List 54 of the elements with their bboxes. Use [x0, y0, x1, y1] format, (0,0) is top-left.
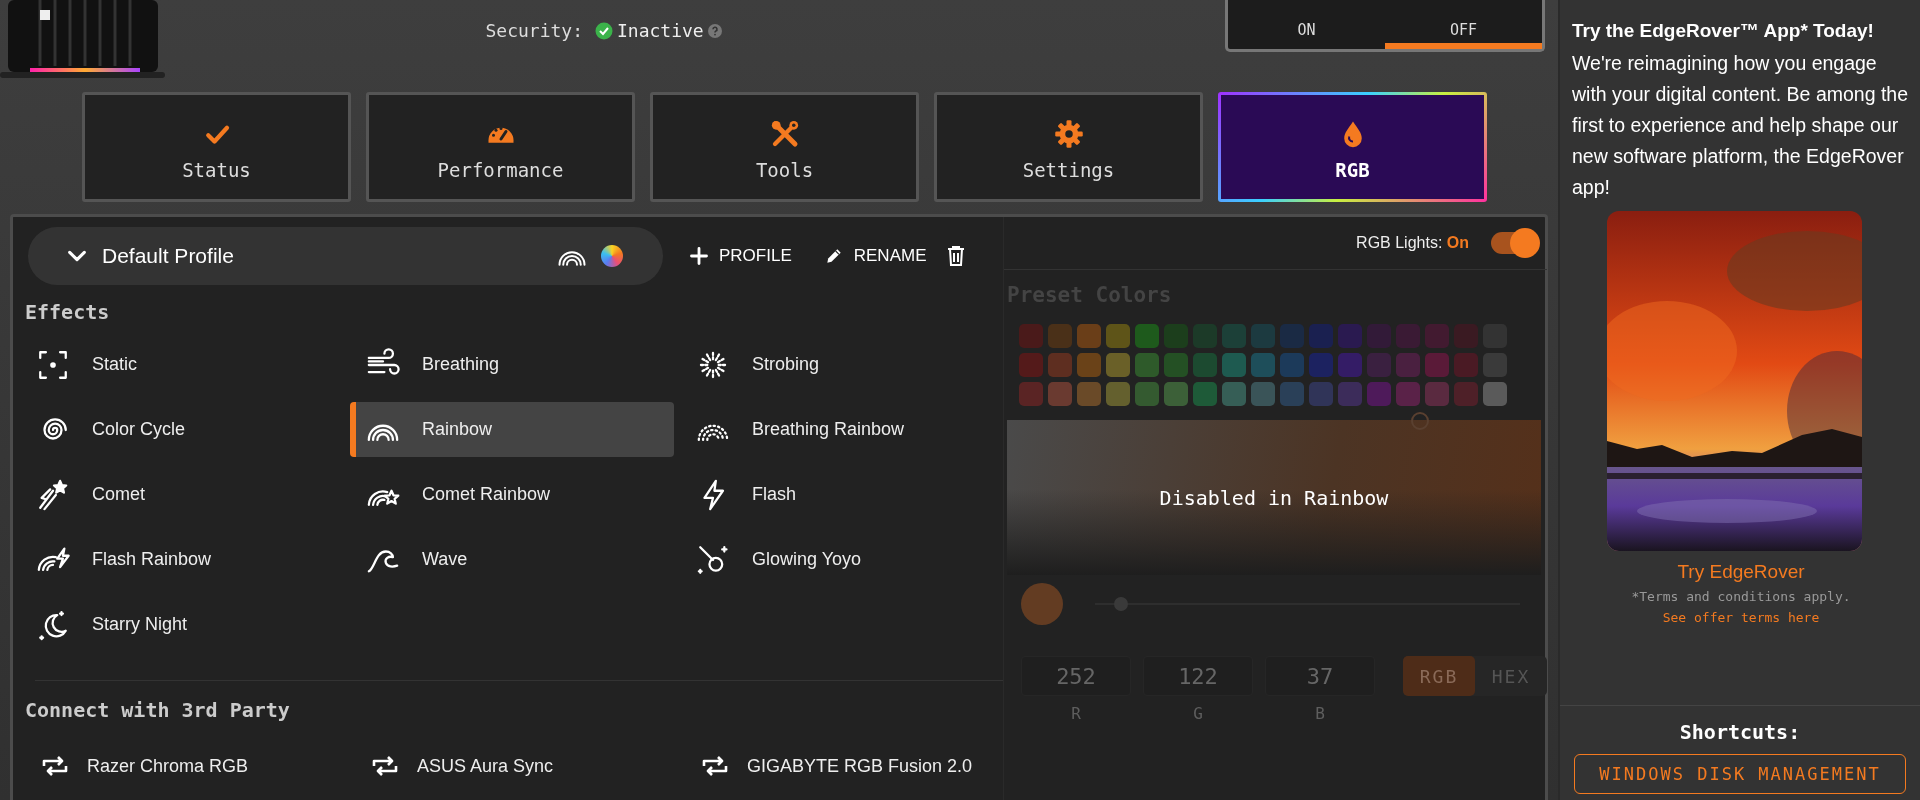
profile-action-button[interactable]: PROFILE	[683, 240, 798, 272]
effect-option[interactable]: Comet Rainbow	[350, 467, 674, 522]
shooting-star-icon	[36, 477, 70, 512]
mode-option[interactable]: OFF	[1385, 15, 1542, 49]
effect-option[interactable]: Strobing	[680, 337, 1004, 392]
effect-option[interactable]: Rainbow	[350, 402, 674, 457]
field-label: G	[1192, 704, 1204, 723]
promo-title: Try the EdgeRover™ App* Today!	[1572, 19, 1875, 43]
disabled-message: Disabled in Rainbow	[1159, 485, 1389, 510]
mode-option[interactable]: ON	[1228, 15, 1385, 49]
plus-icon	[689, 246, 709, 266]
section-heading: Effects	[25, 299, 111, 326]
help-icon	[707, 24, 722, 38]
status-label: Security:	[484, 19, 584, 43]
effect-option[interactable]: Static	[20, 337, 344, 392]
nav-tab[interactable]: Performance	[366, 92, 635, 202]
effect-option[interactable]: Breathing Rainbow	[680, 402, 1004, 457]
nav-tab[interactable]: Settings	[934, 92, 1203, 202]
field-label: B	[1314, 704, 1326, 723]
integration-option[interactable]: Razer Chroma RGB	[41, 755, 371, 777]
effect-option[interactable]: Flash	[680, 467, 1004, 522]
promo-text: We're reimagining how you engage with your digital content. Be among the first to experience and help shape our new software platform, the EdgeRover app!	[1572, 51, 1910, 200]
sync-icon	[371, 755, 399, 777]
section-heading: Connect with 3rd Party	[25, 697, 291, 724]
check-circle-icon	[595, 22, 613, 40]
terms-link[interactable]: See offer terms here	[1662, 610, 1820, 625]
effect-option[interactable]: Flash Rainbow	[20, 532, 344, 587]
sync-icon	[41, 755, 69, 777]
profile-action-button[interactable]: RENAME	[817, 240, 933, 272]
color-wheel-icon	[601, 245, 623, 267]
shortcut-button[interactable]: WINDOWS DISK MANAGEMENT	[1574, 754, 1906, 794]
field-label: R	[1070, 704, 1082, 723]
integration-option[interactable]: ASUS Aura Sync	[371, 755, 701, 777]
shortcuts-heading: Shortcuts:	[1679, 720, 1801, 744]
effect-option[interactable]: Comet	[20, 467, 344, 522]
sync-icon	[701, 755, 729, 777]
nav-tab[interactable]: Status	[82, 92, 351, 202]
trash-icon	[946, 245, 967, 267]
integration-option[interactable]: GIGABYTE RGB Fusion 2.0	[701, 755, 1031, 777]
tools-icon	[769, 118, 800, 149]
terms-note: *Terms and conditions apply.	[1631, 589, 1851, 604]
status-value: Inactive	[617, 19, 704, 43]
effect-option[interactable]: Wave	[350, 532, 674, 587]
nav-tab[interactable]: Tools	[650, 92, 919, 202]
effect-option[interactable]: Color Cycle	[20, 402, 344, 457]
rgb-lights-label: RGB Lights: On	[1356, 234, 1469, 252]
color-preview	[1021, 583, 1063, 625]
effect-option[interactable]: Glowing Yoyo	[680, 532, 1004, 587]
effect-option[interactable]: Breathing	[350, 337, 674, 392]
nav-tab[interactable]: RGB	[1218, 92, 1487, 202]
effect-option[interactable]: Starry Night	[20, 597, 344, 652]
promo-link[interactable]: Try EdgeRover	[1677, 561, 1805, 583]
profile-dropdown[interactable]: Default Profile	[28, 227, 663, 285]
gear-icon	[1053, 118, 1084, 149]
